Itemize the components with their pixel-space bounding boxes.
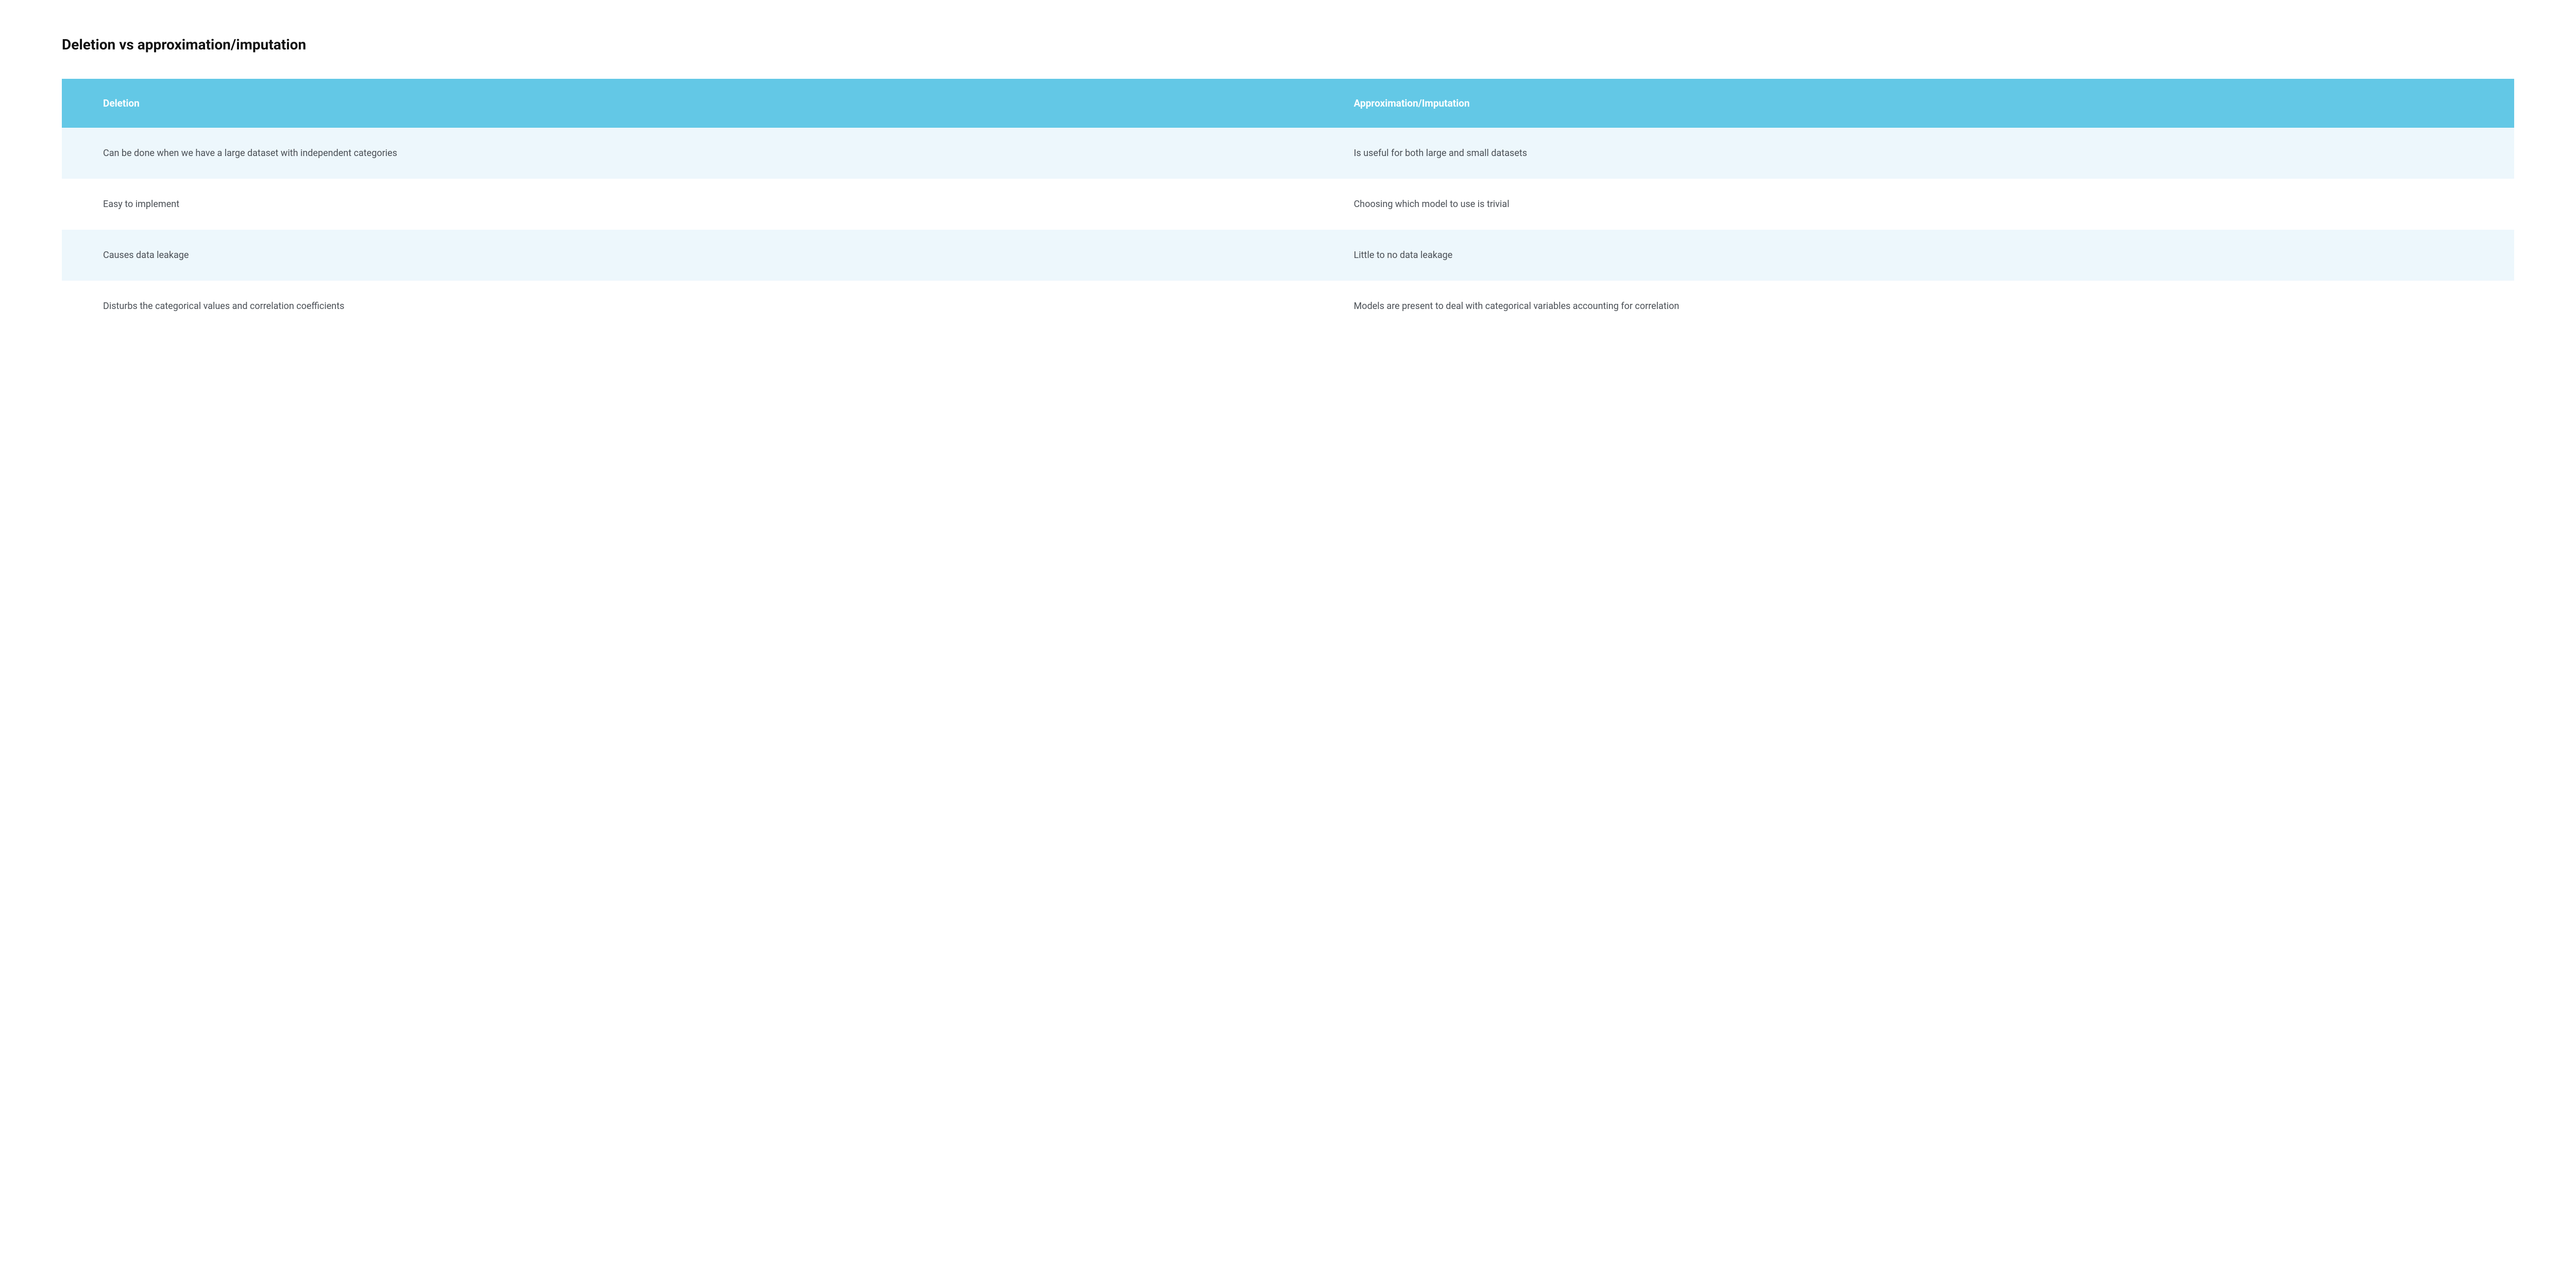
cell-approximation: Is useful for both large and small datas…: [1313, 128, 2514, 179]
cell-approximation: Little to no data leakage: [1313, 230, 2514, 281]
cell-approximation: Models are present to deal with categori…: [1313, 281, 2514, 332]
cell-deletion: Disturbs the categorical values and corr…: [62, 281, 1313, 332]
table-row: Can be done when we have a large dataset…: [62, 128, 2514, 179]
table-row: Easy to implement Choosing which model t…: [62, 179, 2514, 230]
cell-deletion: Can be done when we have a large dataset…: [62, 128, 1313, 179]
table-row: Disturbs the categorical values and corr…: [62, 281, 2514, 332]
header-approximation-imputation: Approximation/Imputation: [1313, 79, 2514, 128]
cell-deletion: Easy to implement: [62, 179, 1313, 230]
table-row: Causes data leakage Little to no data le…: [62, 230, 2514, 281]
page-title: Deletion vs approximation/imputation: [62, 36, 2514, 53]
cell-deletion: Causes data leakage: [62, 230, 1313, 281]
cell-approximation: Choosing which model to use is trivial: [1313, 179, 2514, 230]
table-header-row: Deletion Approximation/Imputation: [62, 79, 2514, 128]
header-deletion: Deletion: [62, 79, 1313, 128]
comparison-table: Deletion Approximation/Imputation Can be…: [62, 79, 2514, 332]
